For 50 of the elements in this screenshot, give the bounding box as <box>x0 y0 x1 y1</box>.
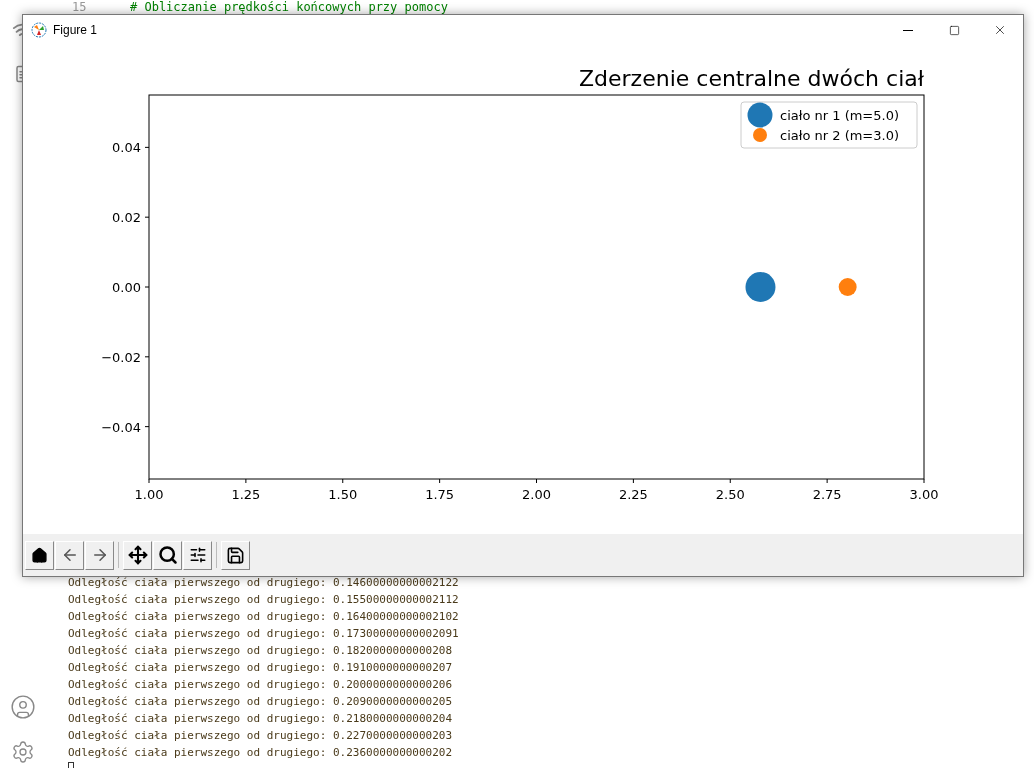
console-line: Odległość ciała pierwszego od drugiego: 0.15500000000002112 <box>68 592 460 608</box>
account-icon[interactable] <box>10 694 36 720</box>
y-tick-label: −0.02 <box>101 349 141 365</box>
file-icon[interactable] <box>14 64 22 84</box>
x-tick-label: 2.75 <box>812 487 842 502</box>
y-tick-label: 0.02 <box>112 210 141 226</box>
window-title: Figure 1 <box>53 22 98 39</box>
pan-button[interactable] <box>123 540 152 570</box>
y-tick-label: 0.00 <box>112 280 141 295</box>
chart-title: Zderzenie centralne dwóch ciał <box>579 66 924 91</box>
x-tick-label: 1.75 <box>425 487 455 502</box>
y-tick-label: −0.04 <box>101 419 141 435</box>
back-button[interactable] <box>55 540 84 570</box>
app-logo-icon <box>31 22 47 38</box>
x-tick-label: 2.50 <box>715 487 745 502</box>
home-icon <box>31 546 48 564</box>
console-line: Odległość ciała pierwszego od drugiego: 0.16400000000002102 <box>68 609 460 625</box>
legend-label: ciało nr 1 (m=5.0) <box>780 108 899 123</box>
console-line: Odległość ciała pierwszego od drugiego: 0.1820000000000208 <box>68 643 454 659</box>
x-tick-label: 1.00 <box>134 487 164 502</box>
close-icon <box>993 23 1007 37</box>
console-line: Odległość ciała pierwszego od drugiego: 0.2270000000000203 <box>68 728 454 744</box>
x-tick-label: 1.50 <box>328 487 358 502</box>
search-icon <box>157 545 178 565</box>
console-line: Odległość ciała pierwszego od drugiego: 0.14600000000002122 <box>68 575 460 591</box>
x-tick-label: 2.25 <box>618 487 648 502</box>
sliders-icon <box>188 546 207 564</box>
forward-button[interactable] <box>85 540 114 570</box>
home-button[interactable] <box>25 540 54 570</box>
console-line: Odległość ciała pierwszego od drugiego: 0.2090000000000205 <box>68 694 454 710</box>
maximize-icon <box>948 24 960 36</box>
minimize-icon <box>903 29 913 31</box>
line-number: 15 <box>72 0 88 14</box>
zoom-button[interactable] <box>153 540 182 570</box>
settings-icon[interactable] <box>11 740 35 764</box>
console-line: Odległość ciała pierwszego od drugiego: 0.2000000000000206 <box>68 677 454 693</box>
code-line: # Obliczanie prędkości końcowych przy pomocy <box>130 0 448 14</box>
console-line: Odległość ciała pierwszego od drugiego: 0.2360000000000202 <box>68 745 454 761</box>
x-tick-label: 1.25 <box>231 487 261 502</box>
save-button[interactable] <box>221 540 250 570</box>
x-tick-label: 2.00 <box>522 487 551 502</box>
console-line: Odległość ciała pierwszego od drugiego: 0.17300000000002091 <box>68 626 460 642</box>
console-line: Odległość ciała pierwszego od drugiego: 0.2180000000000204 <box>68 711 454 727</box>
legend-label: ciało nr 2 (m=3.0) <box>780 128 899 143</box>
configure-button[interactable] <box>183 540 212 570</box>
x-tick-label: 3.00 <box>909 487 939 502</box>
y-tick-label: 0.04 <box>112 140 141 156</box>
console-line: Odległość ciała pierwszego od drugiego: 0.1910000000000207 <box>68 660 454 676</box>
move-icon <box>127 545 148 565</box>
save-icon <box>226 545 245 565</box>
